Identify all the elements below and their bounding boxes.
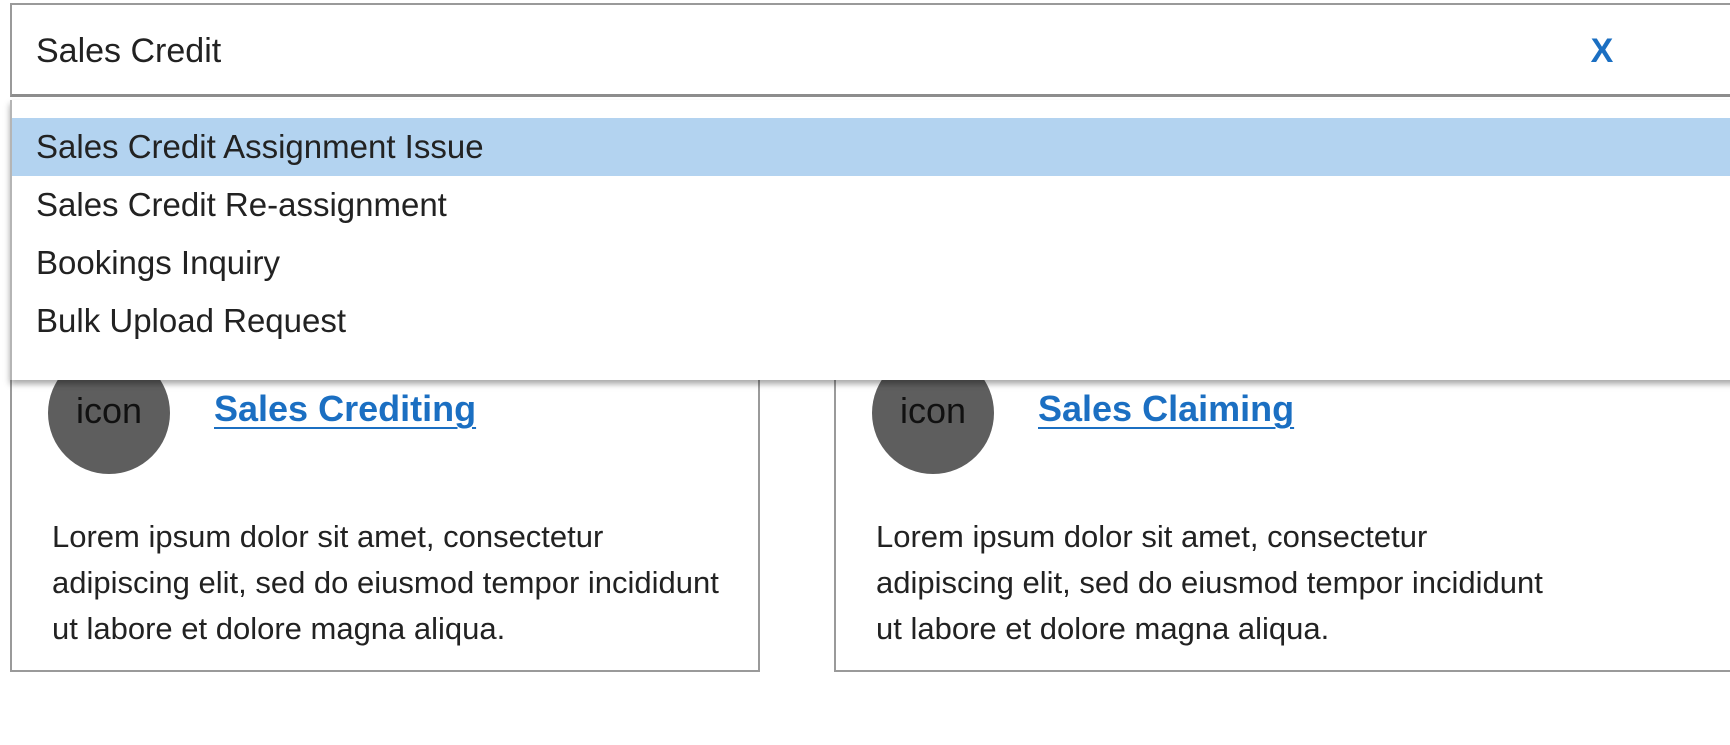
card-title-link[interactable]: Sales Claiming bbox=[1038, 388, 1294, 430]
suggestion-dropdown: Sales Credit Assignment Issue Sales Cred… bbox=[10, 100, 1730, 380]
suggestion-item[interactable]: Sales Credit Assignment Issue bbox=[12, 118, 1730, 176]
card-description: Lorem ipsum dolor sit amet, consectetur … bbox=[876, 519, 1543, 646]
card-title-link[interactable]: Sales Crediting bbox=[214, 388, 476, 430]
clear-search-button[interactable]: X bbox=[1582, 27, 1622, 75]
card-description: Lorem ipsum dolor sit amet, consectetur … bbox=[52, 519, 719, 646]
search-input[interactable]: Sales Credit bbox=[36, 31, 221, 71]
suggestion-item[interactable]: Bookings Inquiry bbox=[12, 234, 1730, 292]
suggestion-list: Sales Credit Assignment Issue Sales Cred… bbox=[12, 118, 1730, 350]
search-bar[interactable]: Sales Credit X bbox=[10, 3, 1730, 97]
suggestion-item[interactable]: Bulk Upload Request bbox=[12, 292, 1730, 350]
suggestion-item[interactable]: Sales Credit Re-assignment bbox=[12, 176, 1730, 234]
page: Sales Credit X icon Sales Crediting Lore… bbox=[0, 0, 1730, 745]
